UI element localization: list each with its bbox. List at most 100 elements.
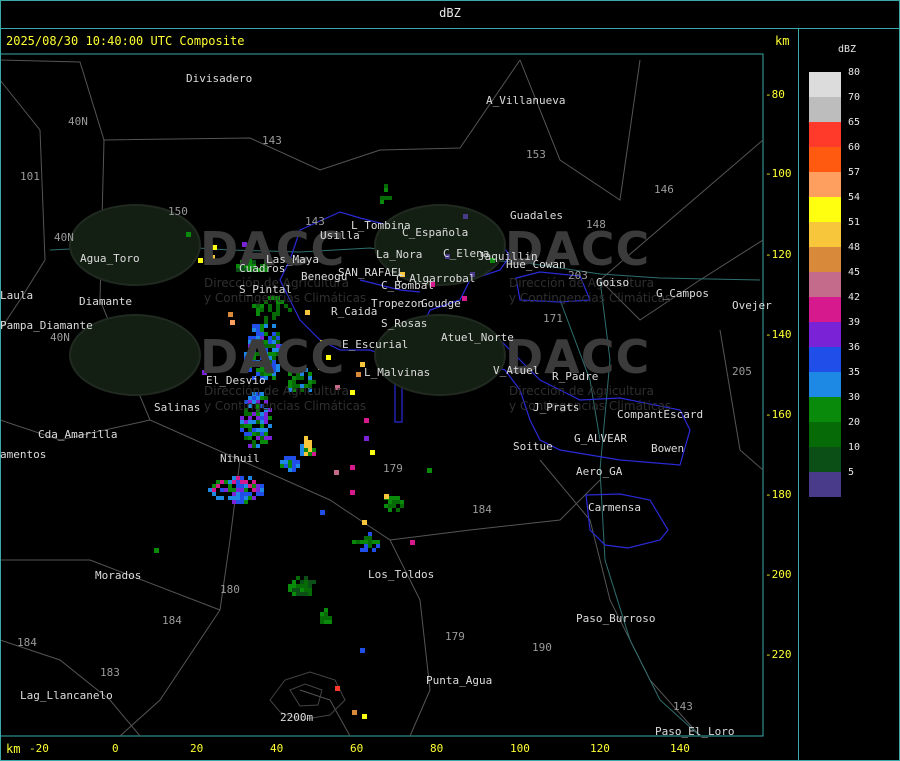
road-number: 146 [654,183,674,196]
timestamp-header: 2025/08/30 10:40:00 UTC Composite [6,34,245,48]
road-number: 190 [532,641,552,654]
y-tick-label: -200 [765,568,792,581]
km-label-bottom: km [6,742,21,756]
legend-label: 42 [848,292,861,303]
place-label: Morados [95,569,142,582]
place-label: S_Rosas [381,317,428,330]
legend-swatch-51 [809,222,841,247]
road-number: 40N [54,231,74,244]
legend-swatch-30 [809,397,841,422]
y-tick-label: -160 [765,408,792,421]
legend-label: 10 [848,442,861,453]
place-label: Nihuil [220,452,260,465]
y-tick-label: -80 [765,88,785,101]
legend-label: 70 [848,92,861,103]
road-number: 153 [526,148,546,161]
legend-label: 48 [848,242,861,253]
place-label: S_Pintal [239,283,292,296]
road-number: 171 [543,312,563,325]
legend-label: 36 [848,342,861,353]
legend-label: 65 [848,117,861,128]
y-tick-label: -180 [765,488,792,501]
place-label: A_Villanueva [486,94,566,107]
place-label: Divisadero [186,72,253,85]
title: dBZ [439,6,461,20]
place-label: Ovejer [732,299,772,312]
legend-swatch-57 [809,172,841,197]
place-label: J_Prats [533,401,580,414]
x-tick-label: 140 [670,742,690,755]
legend-title: dBZ [838,44,857,55]
place-label: El_Desvio [206,374,266,387]
place-label: V_Atuel [493,364,540,377]
place-label: G_ALVEAR [574,432,627,445]
place-label: Hue_Cowan [506,258,566,271]
place-label: L_Malvinas [364,366,431,379]
place-label: C_Española [402,226,469,239]
x-tick-label: 40 [270,742,284,755]
y-tick-label: -140 [765,328,792,341]
legend-label: 20 [848,417,861,428]
x-tick-label: 20 [190,742,204,755]
legend-swatch-54 [809,197,841,222]
place-label: Laula [0,289,34,302]
legend-swatch-39 [809,322,841,347]
road-number: 150 [168,205,188,218]
legend-label: 45 [848,267,861,278]
x-tick-label: 120 [590,742,610,755]
legend-swatch-60 [809,147,841,172]
place-label: G_Campos [656,287,709,300]
road-number: 184 [17,636,37,649]
place-label: Diamante [79,295,132,308]
road-number: 143 [262,134,282,147]
legend-label: 30 [848,392,861,403]
place-label: Goudge [421,297,461,310]
place-label: Pampa_Diamante [0,319,93,332]
road-number: 203 [568,269,588,282]
place-label: Soitue [513,440,553,453]
legend-swatch-45 [809,272,841,297]
legend-swatch-5 [809,472,841,497]
legend-swatch-36 [809,347,841,372]
road-number: 184 [472,503,492,516]
road-number: 143 [305,215,325,228]
place-label: amentos [0,448,47,461]
road-number: 143 [673,700,693,713]
x-tick-label: 100 [510,742,530,755]
place-label: SAN_RAFAEL [338,266,405,279]
place-label: Tropezon [371,297,424,310]
place-label: Cda_Amarilla [38,428,118,441]
legend-swatch-42 [809,297,841,322]
x-tick-label: 80 [430,742,444,755]
road-number: 40N [68,115,88,128]
x-tick-label: 60 [350,742,364,755]
place-label: Atuel_Norte [441,331,514,344]
watermark-line2: y Contingencias Climáticas [204,399,367,413]
place-label: Carmensa [588,501,641,514]
legend-label: 80 [848,67,861,78]
place-label: Beneogu [301,270,348,283]
road-number: 179 [383,462,403,475]
place-label: E_Escurial [342,338,409,351]
y-tick-label: -120 [765,248,792,261]
legend-label: 35 [848,367,861,378]
watermark-line2: y Contingencias Climáticas [509,291,672,305]
place-label: R_Padre [552,370,599,383]
legend-label: 57 [848,167,861,178]
km-label-top: km [775,34,790,48]
place-label: Bowen [651,442,685,455]
place-label: Goiso [596,276,630,289]
place-label: 2200m [280,711,314,724]
place-label: Salinas [154,401,201,414]
road-number: 40N [50,331,70,344]
watermark-line1: Dirección de Agricultura [509,384,654,398]
place-label: Paso_Burroso [576,612,656,625]
title-bar: dBZ [0,0,900,29]
legend-label: 39 [848,317,861,328]
road-number: 101 [20,170,40,183]
place-label: R_Caida [331,305,378,318]
place-label: C_Bombal [381,279,434,292]
legend-swatch-65 [809,122,841,147]
legend-label: 60 [848,142,861,153]
outer-frame [0,0,900,761]
